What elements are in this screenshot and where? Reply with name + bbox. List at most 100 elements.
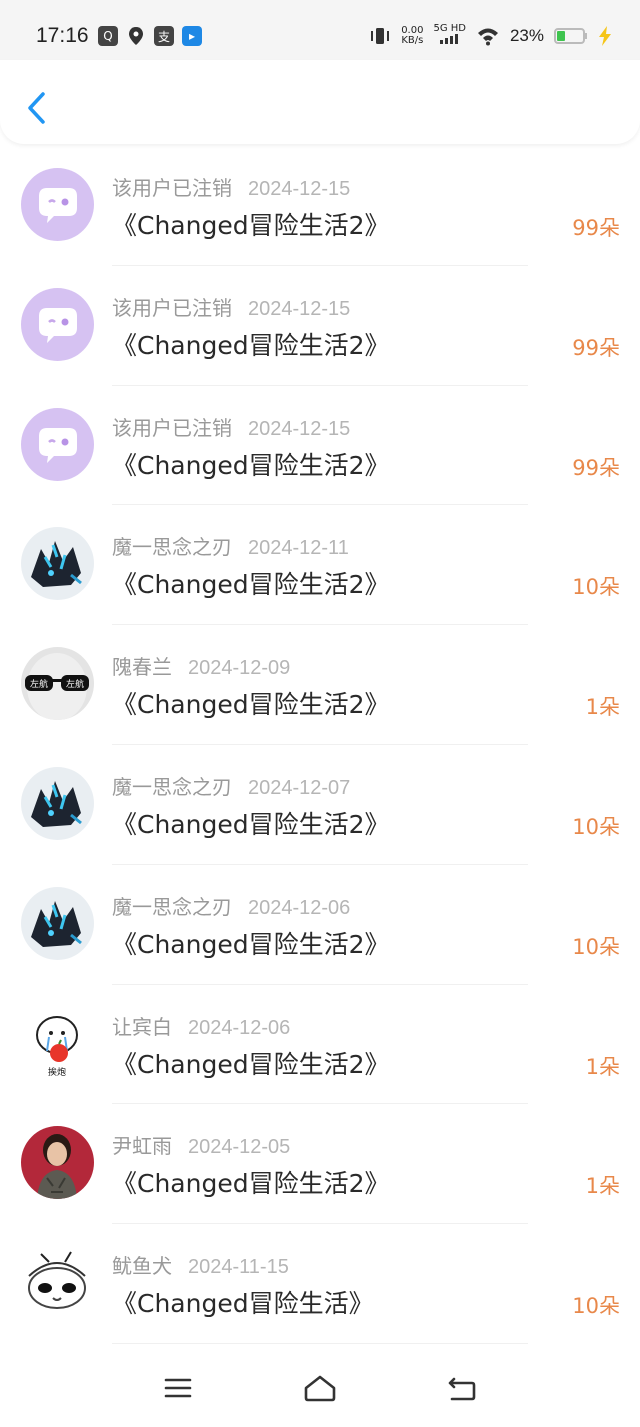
- app-notification-icon: ▸: [182, 26, 202, 46]
- list-item[interactable]: 魔一思念之刃 2024-12-06 《Changed冒险生活2》 10朵: [0, 865, 640, 985]
- gift-amount: 1朵: [585, 695, 620, 720]
- gift-amount: 10朵: [572, 934, 620, 959]
- home-icon: [304, 1375, 336, 1402]
- work-title: 《Changed冒险生活2》: [112, 570, 390, 600]
- list-item[interactable]: 左航 左航 隗春兰 2024-12-09 《Changed冒险生活2》 1朵: [0, 625, 640, 745]
- sender-name: 尹虹雨 2024-12-05: [112, 1130, 290, 1159]
- sender-name-text: 鱿鱼犬: [112, 1254, 172, 1279]
- gift-date: 2024-11-15: [188, 1256, 289, 1279]
- avatar-text: 左航: [66, 678, 84, 690]
- list-item[interactable]: 鱿鱼犬 2024-11-15 《Changed冒险生活》 10朵: [0, 1224, 640, 1344]
- avatar: [21, 407, 94, 481]
- work-title: 《Changed冒险生活2》: [112, 1169, 390, 1199]
- qq-icon: Q: [98, 26, 118, 46]
- sender-name-text: 魔一思念之刃: [112, 894, 232, 919]
- divider: [112, 1342, 528, 1344]
- sender-name-text: 该用户已注销: [112, 176, 232, 200]
- gift-amount: 99朵: [572, 455, 620, 480]
- gift-date: 2024-12-06: [248, 896, 351, 919]
- gift-amount: 10朵: [572, 1294, 620, 1319]
- sender-name-text: 尹虹雨: [112, 1134, 172, 1159]
- gift-record-list: 该用户已注销 2024-12-15 《Changed冒险生活2》 99朵 该用户已…: [0, 146, 640, 1344]
- list-item[interactable]: 尹虹雨 2024-12-05 《Changed冒险生活2》 1朵: [0, 1104, 640, 1225]
- back-icon: [448, 1377, 476, 1401]
- alipay-icon: 支: [154, 26, 174, 46]
- status-time: 17:16: [36, 24, 89, 47]
- charging-icon: [599, 25, 611, 46]
- gift-date: 2024-12-11: [248, 537, 349, 560]
- network-speed-value: 0.00: [401, 24, 424, 36]
- avatar: [21, 168, 94, 241]
- gift-amount: 1朵: [585, 1174, 620, 1199]
- list-item[interactable]: 该用户已注销 2024-12-15 《Changed冒险生活2》 99朵: [0, 146, 640, 266]
- signal-bars-icon: [439, 34, 458, 44]
- sender-name: 该用户已注销 2024-12-15: [112, 412, 350, 441]
- status-app-icons: Q 支 ▸: [98, 26, 202, 46]
- list-item[interactable]: 该用户已注销 2024-12-15 《Changed冒险生活2》 99朵: [0, 266, 640, 386]
- menu-icon: [164, 1378, 192, 1398]
- work-title: 《Changed冒险生活2》: [112, 809, 390, 839]
- gift-amount: 10朵: [572, 575, 620, 600]
- battery-percent: 23%: [509, 25, 544, 45]
- battery-icon: [554, 27, 587, 44]
- avatar: [21, 287, 94, 361]
- sender-name: 该用户已注销 2024-12-15: [112, 172, 350, 201]
- wifi-icon: [477, 28, 498, 45]
- work-title: 《Changed冒险生活2》: [112, 450, 390, 480]
- avatar: [21, 886, 94, 960]
- cell-signal-label: 5G HD: [433, 23, 466, 34]
- avatar: [21, 1126, 94, 1200]
- gift-date: 2024-12-07: [248, 776, 351, 799]
- network-speed: 0.00 KB/s: [401, 24, 424, 46]
- work-title: 《Changed冒险生活2》: [112, 330, 390, 360]
- network-speed-unit: KB/s: [401, 34, 424, 46]
- list-item[interactable]: 魔一思念之刃 2024-12-11 《Changed冒险生活2》 10朵: [0, 505, 640, 626]
- cell-signal: 5G HD: [433, 24, 466, 47]
- work-title: 《Changed冒险生活》: [112, 1289, 374, 1319]
- home-button[interactable]: [300, 1372, 340, 1404]
- sender-name-text: 该用户已注销: [112, 415, 232, 440]
- system-nav-bar: [0, 1346, 640, 1427]
- list-item[interactable]: 魔一思念之刃 2024-12-07 《Changed冒险生活2》 10朵: [0, 745, 640, 865]
- list-item[interactable]: 挨炮 让宾白 2024-12-06 《Changed冒险生活2》 1朵: [0, 985, 640, 1105]
- status-indicators: 0.00 KB/s 5G HD 23%: [369, 24, 612, 47]
- sender-name-text: 让宾白: [112, 1014, 172, 1039]
- list-item[interactable]: 该用户已注销 2024-12-15 《Changed冒险生活2》 99朵: [0, 386, 640, 506]
- gift-amount: 10朵: [572, 814, 620, 839]
- back-button[interactable]: [20, 88, 52, 128]
- menu-button[interactable]: [158, 1372, 198, 1404]
- gift-date: 2024-12-05: [188, 1136, 291, 1159]
- sender-name-text: 该用户已注销: [112, 295, 232, 320]
- avatar: [21, 527, 94, 601]
- gift-date: 2024-12-15: [248, 417, 351, 440]
- work-title: 《Changed冒险生活2》: [112, 929, 390, 959]
- avatar: [21, 766, 94, 840]
- avatar-text: 左航: [30, 678, 48, 690]
- gift-amount: 99朵: [572, 216, 620, 240]
- sender-name-text: 魔一思念之刃: [112, 535, 232, 560]
- gift-amount: 1朵: [585, 1054, 620, 1079]
- sender-name: 魔一思念之刃 2024-12-07: [112, 771, 350, 800]
- avatar: 左航 左航: [21, 647, 94, 721]
- sender-name: 让宾白 2024-12-06: [112, 1011, 290, 1040]
- sender-name: 魔一思念之刃 2024-12-11: [112, 531, 349, 560]
- chevron-left-icon: [28, 92, 45, 124]
- work-title: 《Changed冒险生活2》: [112, 211, 390, 240]
- gift-date: 2024-12-06: [188, 1016, 291, 1039]
- sender-name: 魔一思念之刃 2024-12-06: [112, 891, 350, 920]
- avatar: 挨炮: [21, 1006, 94, 1080]
- sender-name-text: 魔一思念之刃: [112, 774, 232, 799]
- location-icon: [126, 26, 146, 46]
- sender-name: 该用户已注销 2024-12-15: [112, 292, 350, 321]
- gift-date: 2024-12-15: [248, 178, 351, 200]
- gift-date: 2024-12-09: [188, 657, 291, 680]
- work-title: 《Changed冒险生活2》: [112, 690, 390, 720]
- avatar-text: 挨炮: [48, 1066, 66, 1078]
- sender-name-text: 隗春兰: [112, 655, 172, 680]
- vibrate-icon: [371, 27, 390, 44]
- header: [0, 60, 640, 144]
- sender-name: 鱿鱼犬 2024-11-15: [112, 1250, 289, 1279]
- work-title: 《Changed冒险生活2》: [112, 1049, 390, 1079]
- back-nav-button[interactable]: [442, 1372, 482, 1404]
- sender-name: 隗春兰 2024-12-09: [112, 651, 290, 680]
